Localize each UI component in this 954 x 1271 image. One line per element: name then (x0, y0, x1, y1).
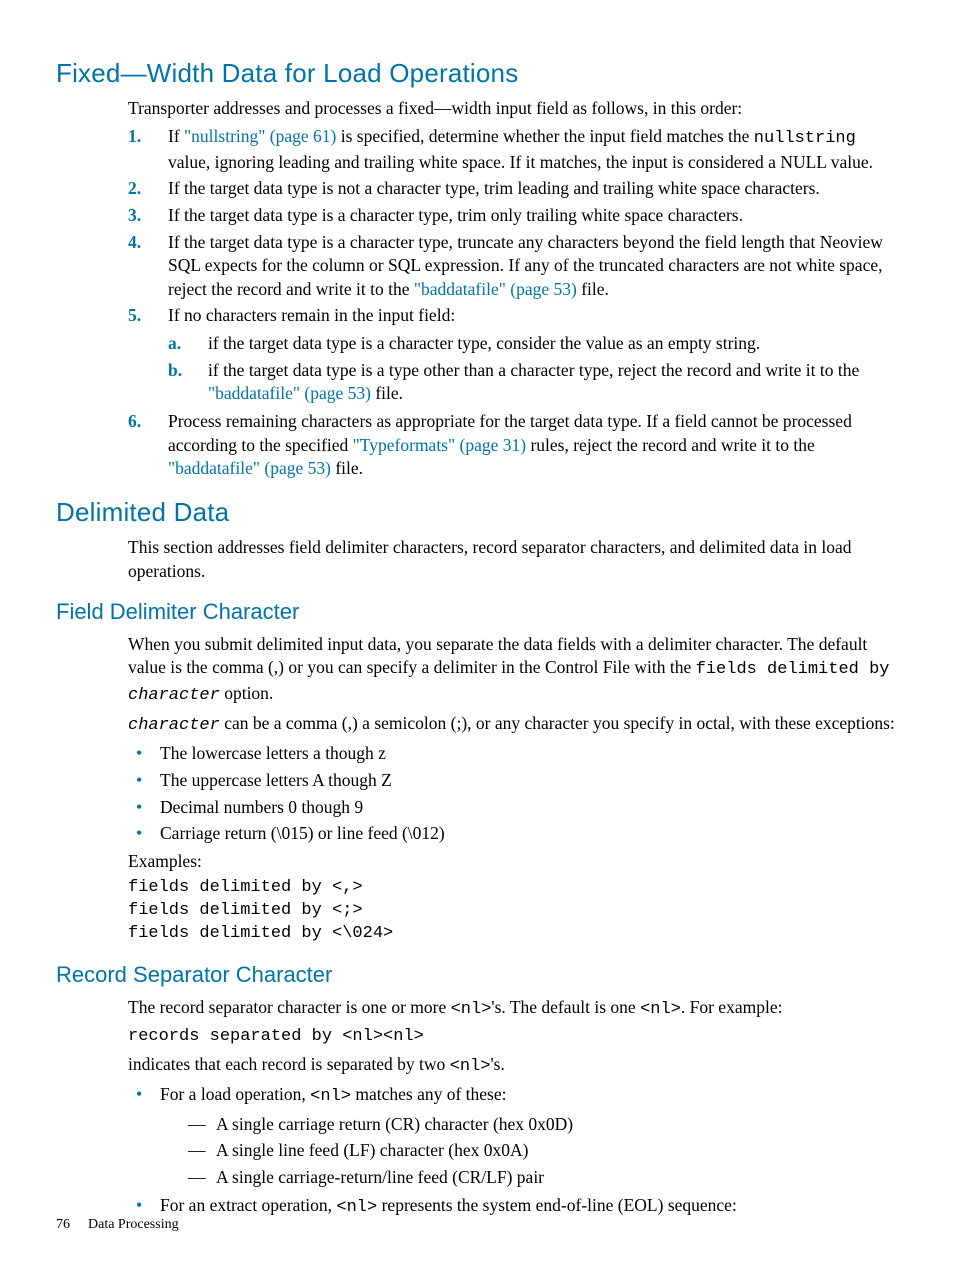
text: option. (220, 683, 273, 703)
list-item: The uppercase letters A though Z (128, 769, 898, 793)
code-block: fields delimited by <,> fields delimited… (128, 877, 898, 946)
text: 's. (491, 1054, 505, 1074)
list-item: A single carriage-return/line feed (CR/L… (188, 1166, 898, 1190)
text: Carriage return (\015) or line feed (\01… (160, 823, 445, 843)
text: For a load operation, (160, 1084, 310, 1104)
heading-record-separator: Record Separator Character (56, 960, 898, 990)
text: The lowercase letters a though z (160, 743, 386, 763)
text: matches any of these: (351, 1084, 507, 1104)
list-item: Carriage return (\015) or line feed (\01… (128, 822, 898, 846)
code-italic: character (128, 716, 220, 735)
list-item: b. if the target data type is a type oth… (168, 359, 898, 406)
text: The record separator character is one or… (128, 997, 451, 1017)
link-nullstring[interactable]: "nullstring" (page 61) (184, 126, 336, 146)
page-footer: 76 Data Processing (56, 1216, 179, 1235)
list-item: 2. If the target data type is not a char… (128, 177, 898, 201)
text: file. (577, 279, 609, 299)
text: If no characters remain in the input fie… (168, 305, 455, 325)
dash-list: A single carriage return (CR) character … (188, 1113, 898, 1190)
list-item: Decimal numbers 0 though 9 (128, 796, 898, 820)
text: value, ignoring leading and trailing whi… (168, 152, 873, 172)
text: is specified, determine whether the inpu… (336, 126, 753, 146)
list-item: 6. Process remaining characters as appro… (128, 410, 898, 481)
link-baddatafile[interactable]: "baddatafile" (page 53) (208, 383, 371, 403)
paragraph: The record separator character is one or… (128, 996, 898, 1022)
code-block: records separated by <nl><nl> (128, 1026, 898, 1049)
ordered-list-sub: a. if the target data type is a characte… (168, 332, 898, 406)
text: The uppercase letters A though Z (160, 770, 392, 790)
list-marker: 1. (128, 125, 141, 149)
list-item: The lowercase letters a though z (128, 742, 898, 766)
delimited-intro: This section addresses field delimiter c… (128, 536, 898, 583)
code-inline: nullstring (754, 129, 856, 148)
list-item: For an extract operation, <nl> represent… (128, 1194, 898, 1220)
text: If the target data type is a character t… (168, 205, 743, 225)
text: rules, reject the record and write it to… (526, 435, 815, 455)
text: indicates that each record is separated … (128, 1054, 450, 1074)
field-delimiter-body: When you submit delimited input data, yo… (128, 633, 898, 946)
text: A single line feed (LF) character (hex 0… (216, 1140, 528, 1160)
text: Decimal numbers 0 though 9 (160, 797, 363, 817)
code-inline: <nl> (640, 1000, 681, 1019)
examples-label: Examples: (128, 850, 898, 874)
paragraph: This section addresses field delimiter c… (128, 536, 898, 583)
list-marker: b. (168, 359, 182, 383)
text: represents the system end-of-line (EOL) … (377, 1195, 737, 1215)
list-marker: 3. (128, 204, 141, 228)
list-item: 4. If the target data type is a characte… (128, 231, 898, 302)
text: can be a comma (,) a semicolon (;), or a… (220, 713, 895, 733)
text: If the target data type is not a charact… (168, 178, 820, 198)
ordered-list-main: 1. If "nullstring" (page 61) is specifie… (128, 125, 898, 481)
text: if the target data type is a character t… (208, 333, 760, 353)
text: . For example: (681, 997, 783, 1017)
text: A single carriage-return/line feed (CR/L… (216, 1167, 544, 1187)
link-baddatafile[interactable]: "baddatafile" (page 53) (168, 458, 331, 478)
list-item: 3. If the target data type is a characte… (128, 204, 898, 228)
code-inline: <nl> (310, 1087, 351, 1106)
list-marker: 5. (128, 304, 141, 328)
paragraph: When you submit delimited input data, yo… (128, 633, 898, 709)
heading-delimited-data: Delimited Data (56, 495, 898, 530)
bullet-list: The lowercase letters a though z The upp… (128, 742, 898, 846)
code-inline: <nl> (451, 1000, 492, 1019)
list-item: A single carriage return (CR) character … (188, 1113, 898, 1137)
record-separator-body: The record separator character is one or… (128, 996, 898, 1220)
list-item: 5. If no characters remain in the input … (128, 304, 898, 406)
paragraph: indicates that each record is separated … (128, 1053, 898, 1079)
text: file. (371, 383, 403, 403)
list-marker: 6. (128, 410, 141, 434)
code-inline: <nl> (450, 1057, 491, 1076)
text: file. (331, 458, 363, 478)
code-italic: character (128, 686, 220, 705)
list-item: A single line feed (LF) character (hex 0… (188, 1139, 898, 1163)
text: For an extract operation, (160, 1195, 336, 1215)
page-number: 76 (56, 1217, 70, 1232)
text: A single carriage return (CR) character … (216, 1114, 573, 1134)
intro-paragraph: Transporter addresses and processes a fi… (128, 97, 898, 121)
page: Fixed—Width Data for Load Operations Tra… (0, 0, 954, 1271)
list-marker: 4. (128, 231, 141, 255)
list-item: a. if the target data type is a characte… (168, 332, 898, 356)
heading-fixed-width: Fixed—Width Data for Load Operations (56, 56, 898, 91)
bullet-list: For a load operation, <nl> matches any o… (128, 1083, 898, 1220)
link-typeformats[interactable]: "Typeformats" (page 31) (353, 435, 526, 455)
list-item: For a load operation, <nl> matches any o… (128, 1083, 898, 1190)
paragraph: character can be a comma (,) a semicolon… (128, 712, 898, 738)
heading-field-delimiter: Field Delimiter Character (56, 597, 898, 627)
fixed-width-body: Transporter addresses and processes a fi… (128, 97, 898, 481)
link-baddatafile[interactable]: "baddatafile" (page 53) (414, 279, 577, 299)
text: if the target data type is a type other … (208, 360, 859, 380)
list-marker: 2. (128, 177, 141, 201)
code-inline: fields delimited by (696, 660, 890, 679)
list-item: 1. If "nullstring" (page 61) is specifie… (128, 125, 898, 175)
footer-title: Data Processing (88, 1217, 179, 1232)
text: If (168, 126, 184, 146)
list-marker: a. (168, 332, 181, 356)
text: 's. The default is one (491, 997, 640, 1017)
code-inline: <nl> (336, 1198, 377, 1217)
